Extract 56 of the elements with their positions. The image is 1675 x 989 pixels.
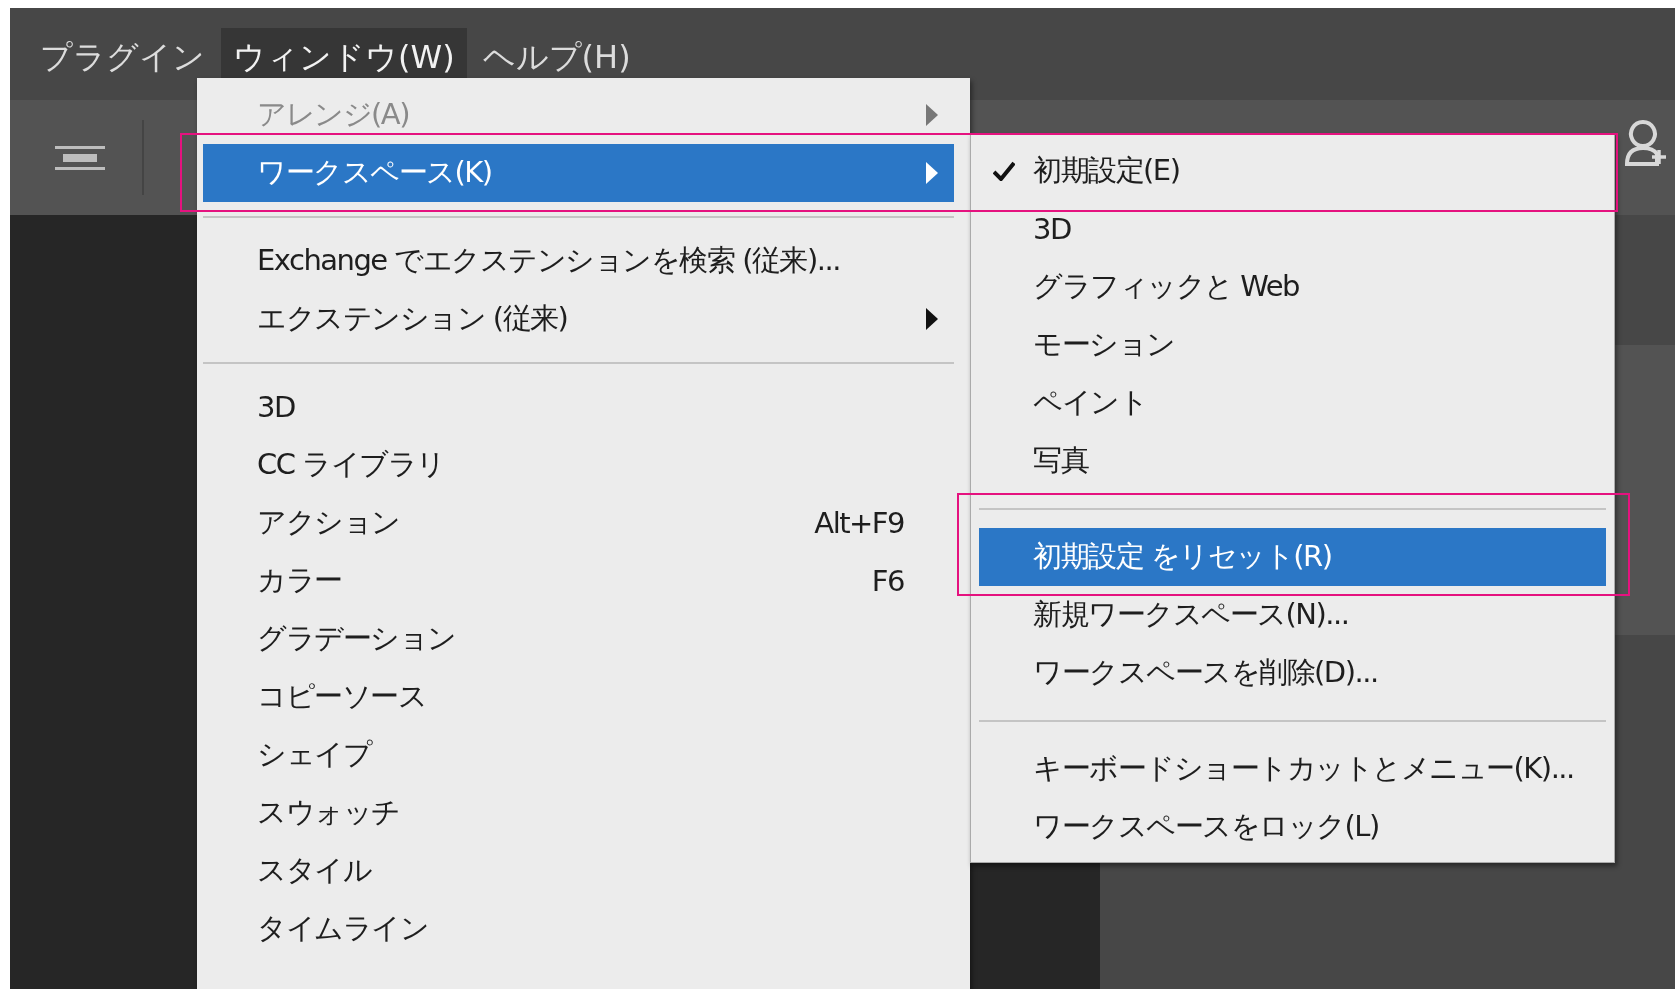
menu-item[interactable]: シェイプ bbox=[203, 726, 954, 784]
menu-item-label: エクステンション (従来) bbox=[257, 300, 568, 337]
menu-item-label: モーション bbox=[1033, 326, 1175, 363]
menu-item-label: アレンジ(A) bbox=[257, 96, 409, 133]
menu-item-label: アクション bbox=[257, 504, 400, 541]
menu-item[interactable]: 3D bbox=[203, 378, 954, 436]
menu-item-label: スウォッチ bbox=[257, 794, 400, 831]
menu-item-label: タイムライン bbox=[257, 910, 428, 947]
menu-bar-item[interactable]: ウィンドウ(W) bbox=[221, 28, 467, 80]
menu-item[interactable]: グラデーション bbox=[203, 610, 954, 668]
shortcut-label: Alt+F9 bbox=[814, 506, 904, 540]
menu-item[interactable]: スタイル bbox=[203, 842, 954, 900]
menu-item-label: グラフィックと Web bbox=[1033, 268, 1299, 305]
menu-item[interactable]: タイムライン bbox=[203, 900, 954, 958]
menu-bar-item[interactable]: ヘルプ(H) bbox=[470, 28, 643, 80]
menu-item-label: ワークスペースを削除(D)... bbox=[1033, 654, 1378, 691]
menu-item-label: 新規ワークスペース(N)... bbox=[1033, 596, 1349, 633]
menu-item-label: 初期設定 をリセット(R) bbox=[1033, 538, 1332, 575]
menu-item-label: 写真 bbox=[1033, 442, 1088, 479]
menu-item[interactable]: ペイント bbox=[979, 374, 1606, 432]
menu-item-label: スタイル bbox=[257, 852, 371, 889]
menu-item[interactable]: 新規ワークスペース(N)... bbox=[979, 586, 1606, 644]
menu-item[interactable]: 初期設定 をリセット(R) bbox=[979, 528, 1606, 586]
menu-item[interactable]: キーボードショートカットとメニュー(K)... bbox=[979, 740, 1606, 798]
menu-item[interactable]: アクション Alt+F9 bbox=[203, 494, 954, 552]
menu-item[interactable]: ワークスペースをロック(L) bbox=[979, 798, 1606, 856]
menu-item[interactable]: コピーソース bbox=[203, 668, 954, 726]
menu-item-label: ワークスペースをロック(L) bbox=[1033, 808, 1379, 845]
menu-item[interactable]: カラー F6 bbox=[203, 552, 954, 610]
menu-item-label: カラー bbox=[257, 562, 342, 599]
menu-bar-item[interactable]: プラグイン bbox=[28, 28, 217, 80]
menu-item-label: グラデーション bbox=[257, 620, 456, 657]
menu-item[interactable]: 初期設定(E) bbox=[979, 142, 1606, 200]
menu-item[interactable]: グラフィックと Web bbox=[979, 258, 1606, 316]
menu-item[interactable]: CC ライブラリ bbox=[203, 436, 954, 494]
menu-item[interactable]: スウォッチ bbox=[203, 784, 954, 842]
menu-item-label: 初期設定(E) bbox=[1033, 152, 1180, 189]
menu-item-label: 3D bbox=[1033, 212, 1071, 246]
menu-item[interactable]: 写真 bbox=[979, 432, 1606, 490]
menu-item[interactable]: ワークスペース(K) bbox=[203, 144, 954, 202]
menu-item[interactable]: ワークスペースを削除(D)... bbox=[979, 644, 1606, 702]
menu-item-label: Exchange でエクステンションを検索 (従来)... bbox=[257, 242, 840, 279]
align-icon[interactable] bbox=[55, 145, 105, 170]
menu-item[interactable]: モーション bbox=[979, 316, 1606, 374]
add-user-icon[interactable] bbox=[1623, 117, 1667, 168]
menu-item[interactable]: Exchange でエクステンションを検索 (従来)... bbox=[203, 232, 954, 290]
menu-item[interactable]: 3D bbox=[979, 200, 1606, 258]
menu-item-label: 3D bbox=[257, 390, 295, 424]
menu-item-label: ペイント bbox=[1033, 384, 1147, 421]
menu-item-label: コピーソース bbox=[257, 678, 426, 715]
menu-item-label: キーボードショートカットとメニュー(K)... bbox=[1033, 750, 1574, 787]
menu-item[interactable]: エクステンション (従来) bbox=[203, 290, 954, 348]
menu-item-label: ワークスペース(K) bbox=[257, 154, 492, 191]
shortcut-label: F6 bbox=[871, 564, 904, 598]
menu-item-label: CC ライブラリ bbox=[257, 446, 445, 483]
menu-item-label: シェイプ bbox=[257, 736, 371, 773]
